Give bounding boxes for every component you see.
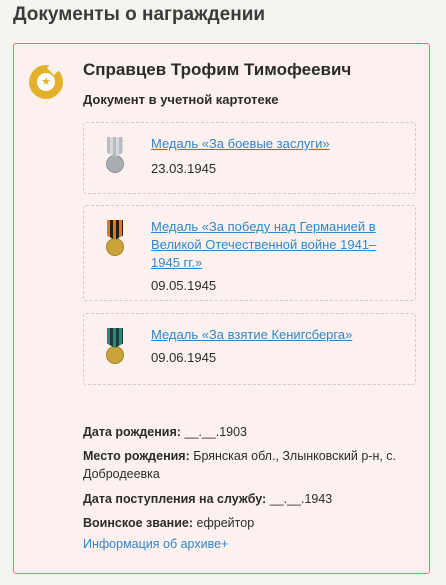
award-date: 09.06.1945	[151, 350, 217, 365]
rank-row: Воинское звание: ефрейтор	[83, 514, 418, 532]
award-date: 09.05.1945	[151, 278, 217, 293]
rank-value: ефрейтор	[196, 516, 255, 530]
medal-capture-of-koenigsberg-icon	[103, 328, 127, 364]
award-link[interactable]: Медаль «За победу над Германией в Велико…	[151, 218, 391, 272]
award-link[interactable]: Медаль «За боевые заслуги»	[151, 135, 391, 153]
medal-victory-over-germany-icon	[103, 220, 127, 256]
section-title: Документы о награждении	[13, 4, 266, 25]
service-date-row: Дата поступления на службу: __.__.1943	[83, 490, 418, 508]
service-date-value: __.__.1943	[269, 492, 333, 506]
birth-date-row: Дата рождения: __.__.1903	[83, 423, 418, 441]
medal-combat-merit-icon	[103, 137, 127, 173]
award-item: Медаль «За победу над Германией в Велико…	[83, 205, 416, 301]
birth-date-value: __.__.1903	[184, 425, 247, 439]
archive-info-link[interactable]: Информация об архиве+	[83, 537, 228, 551]
birth-place-label: Место рождения:	[83, 449, 190, 463]
service-date-label: Дата поступления на службу:	[83, 492, 267, 506]
award-date: 23.03.1945	[151, 161, 217, 176]
document-type: Документ в учетной картотеке	[83, 92, 279, 107]
award-document-card: ★ Справцев Трофим Тимофеевич Документ в …	[13, 43, 430, 574]
award-item: Медаль «За боевые заслуги» 23.03.1945	[83, 122, 416, 194]
rank-label: Воинское звание:	[83, 516, 194, 530]
person-name: Справцев Трофим Тимофеевич	[83, 60, 352, 79]
birth-date-label: Дата рождения:	[83, 425, 181, 439]
award-link[interactable]: Медаль «За взятие Кенигсберга»	[151, 326, 391, 344]
award-item: Медаль «За взятие Кенигсберга» 09.06.194…	[83, 313, 416, 385]
star-badge-icon: ★	[29, 60, 63, 99]
birth-place-row: Место рождения: Брянская обл., Злынковск…	[83, 447, 418, 483]
